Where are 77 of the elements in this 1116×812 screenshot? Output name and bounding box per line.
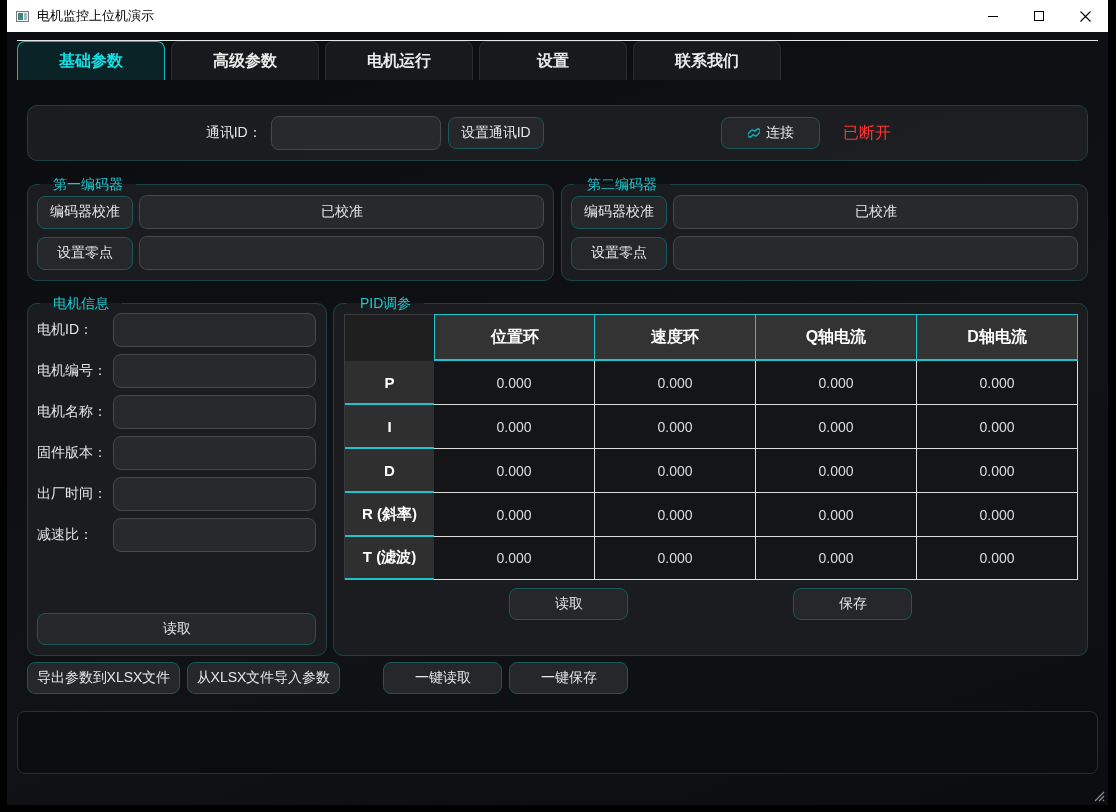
table-cell: 0.000 (756, 537, 917, 580)
column-header: 位置环 (434, 314, 595, 361)
table-cell: 0.000 (917, 405, 1078, 449)
set-id-button[interactable]: 设置通讯ID (447, 117, 544, 149)
input-field[interactable] (113, 313, 316, 347)
field-label: 电机编号： (37, 362, 108, 380)
row-header: P (345, 361, 434, 405)
table-cell: 0.000 (595, 537, 756, 580)
read-button[interactable]: 读取 (509, 588, 628, 620)
table-cell: 0.000 (434, 361, 595, 405)
import-button[interactable]: 从XLSX文件导入参数 (187, 662, 340, 694)
status-field: 已校准 (139, 195, 544, 229)
table-cell: 0.000 (917, 361, 1078, 405)
status-field: 已校准 (673, 195, 1078, 229)
set-zero-button[interactable]: 设置零点 (571, 236, 667, 270)
table-cell: 0.000 (434, 405, 595, 449)
table-cell: 0.000 (917, 493, 1078, 537)
save-all-button[interactable]: 一键保存 (509, 662, 628, 694)
connection-status: 已断开 (843, 122, 892, 143)
column-header: D轴电流 (917, 314, 1078, 361)
row-header: R (斜率) (345, 493, 434, 537)
export-button[interactable]: 导出参数到XLSX文件 (27, 662, 180, 694)
table-cell: 0.000 (756, 361, 917, 405)
input-field[interactable] (113, 395, 316, 429)
table-cell: 0.000 (756, 405, 917, 449)
resize-grip-icon[interactable] (1094, 791, 1105, 802)
tab[interactable]: 联系我们 (633, 41, 781, 80)
read-all-button[interactable]: 一键读取 (383, 662, 502, 694)
table-cell: 0.000 (595, 405, 756, 449)
connect-button[interactable]: 连接 (721, 117, 821, 149)
input-field[interactable] (270, 116, 441, 150)
field-label: 电机名称： (37, 403, 108, 421)
column-header: Q轴电流 (756, 314, 917, 361)
field-label: 通讯ID： (205, 124, 262, 142)
save-button[interactable]: 保存 (793, 588, 912, 620)
group-title: 第一编码器 (52, 176, 124, 192)
table-cell: 0.000 (434, 449, 595, 493)
app-icon (16, 10, 29, 22)
row-header: D (345, 449, 434, 493)
tab[interactable]: 设置 (479, 41, 627, 80)
read-button[interactable]: 读取 (37, 613, 316, 645)
table-cell: 0.000 (917, 537, 1078, 580)
input-field[interactable] (113, 518, 316, 552)
table-cell: 0.000 (756, 449, 917, 493)
input-field[interactable] (113, 354, 316, 388)
tab[interactable]: 电机运行 (325, 41, 473, 80)
column-header: 速度环 (595, 314, 756, 361)
minimize-icon (988, 15, 998, 17)
input-field[interactable] (673, 236, 1078, 270)
maximize-icon (1034, 11, 1044, 21)
input-field[interactable] (113, 436, 316, 470)
group-title: 电机信息 (52, 295, 110, 311)
close-icon (1079, 10, 1091, 22)
row-header: T (滤波) (345, 537, 434, 580)
row-header: I (345, 405, 434, 449)
field-label: 出厂时间： (37, 485, 108, 503)
calibrate-button[interactable]: 编码器校准 (571, 195, 667, 229)
calibrate-button[interactable]: 编码器校准 (37, 195, 133, 229)
table-cell: 0.000 (595, 449, 756, 493)
table-cell: 0.000 (756, 493, 917, 537)
tab[interactable]: 基础参数 (17, 41, 165, 80)
input-field[interactable] (139, 236, 544, 270)
table-cell: 0.000 (917, 449, 1078, 493)
table-cell: 0.000 (434, 537, 595, 580)
input-field[interactable] (113, 477, 316, 511)
link-icon (747, 126, 760, 140)
set-zero-button[interactable]: 设置零点 (37, 236, 133, 270)
field-label: 固件版本： (37, 444, 108, 462)
window-title: 电机监控上位机演示 (37, 7, 154, 25)
field-label: 减速比： (37, 526, 94, 544)
field-label: 电机ID： (37, 321, 94, 339)
table-cell: 0.000 (434, 493, 595, 537)
group-title: PID调参 (359, 295, 413, 311)
table-cell: 0.000 (595, 493, 756, 537)
tab[interactable]: 高级参数 (171, 41, 319, 80)
group-title: 第二编码器 (586, 176, 658, 192)
table-cell: 0.000 (595, 361, 756, 405)
